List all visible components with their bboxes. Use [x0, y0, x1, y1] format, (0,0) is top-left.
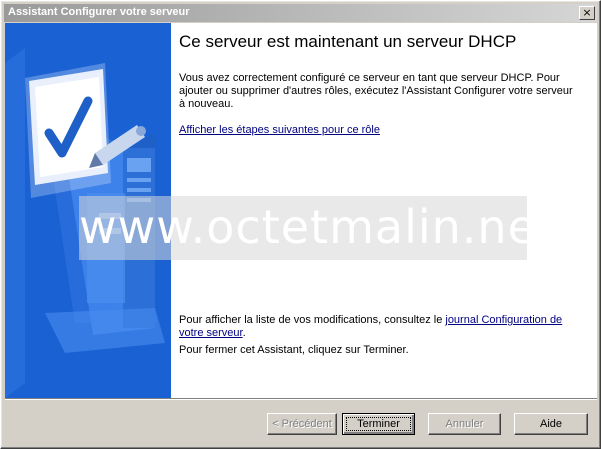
completion-description: Vous avez correctement configuré ce serv…	[179, 72, 573, 110]
next-steps-link[interactable]: Afficher les étapes suivantes pour ce rô…	[179, 124, 380, 136]
help-button[interactable]: Aide	[514, 413, 588, 435]
help-button-label: Aide	[539, 418, 563, 430]
log-text-after: .	[242, 327, 246, 339]
previous-button[interactable]: < Précédent	[267, 413, 337, 435]
log-text-before: Pour afficher la liste de vos modificati…	[179, 314, 446, 326]
title-bar[interactable]: Assistant Configurer votre serveur ×	[4, 4, 597, 22]
watermark: www.octetmalin.net	[79, 196, 555, 260]
previous-button-label: < Précédent	[272, 418, 332, 430]
focus-rectangle	[346, 417, 411, 431]
wizard-window: Assistant Configurer votre serveur × Ce …	[0, 0, 601, 449]
finish-button[interactable]: Terminer	[342, 413, 415, 435]
log-sentence: Pour afficher la liste de vos modificati…	[179, 314, 579, 340]
window-title: Assistant Configurer votre serveur	[8, 6, 190, 18]
close-instruction: Pour fermer cet Assistant, cliquez sur T…	[179, 344, 409, 356]
cancel-button-label: Annuler	[445, 418, 484, 430]
button-separator	[5, 398, 597, 400]
close-button[interactable]: ×	[579, 6, 595, 20]
summary-text: Pour afficher la liste de vos modificati…	[179, 314, 579, 357]
close-icon: ×	[582, 6, 592, 19]
page-title: Ce serveur est maintenant un serveur DHC…	[179, 32, 517, 51]
cancel-button[interactable]: Annuler	[428, 413, 501, 435]
